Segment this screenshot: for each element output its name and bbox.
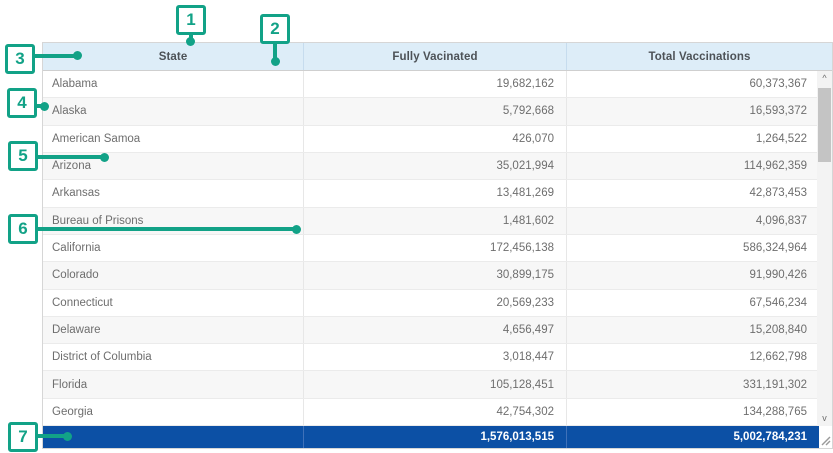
table-row[interactable]: Alabama 19,682,162 60,373,367 xyxy=(43,71,832,98)
total-vaccinations-cell: 60,373,367 xyxy=(566,71,819,97)
scroll-up-icon[interactable]: ^ xyxy=(817,71,832,85)
vertical-scrollbar[interactable]: ^ v xyxy=(817,71,832,426)
callout-2-dot xyxy=(271,57,280,66)
column-header-total-vaccinations[interactable]: Total Vaccinations xyxy=(566,43,832,70)
column-header-fully-vacinated[interactable]: Fully Vacinated xyxy=(303,43,566,70)
callout-5-line xyxy=(37,155,102,159)
callout-3: 3 xyxy=(5,44,35,74)
table-row[interactable]: Connecticut 20,569,233 67,546,234 xyxy=(43,290,832,317)
scrollbar-thumb[interactable] xyxy=(818,88,831,162)
callout-4-dot xyxy=(40,102,49,111)
callout-6-dot xyxy=(292,225,301,234)
total-vaccinations-cell: 114,962,359 xyxy=(566,153,819,179)
total-vaccinations-cell: 67,546,234 xyxy=(566,290,819,316)
screenshot-root: State Fully Vacinated Total Vaccinations… xyxy=(0,0,833,453)
fully-vacinated-cell: 172,456,138 xyxy=(303,235,566,261)
callout-1-dot xyxy=(186,37,195,46)
fully-vacinated-cell: 426,070 xyxy=(303,126,566,152)
state-cell: American Samoa xyxy=(43,126,303,152)
total-vaccinations-cell: 16,593,372 xyxy=(566,98,819,124)
fully-vacinated-cell: 1,481,602 xyxy=(303,208,566,234)
callout-6: 6 xyxy=(8,214,38,244)
total-vaccinations-cell: 42,873,453 xyxy=(566,180,819,206)
callout-5-dot xyxy=(100,153,109,162)
table-row[interactable]: Colorado 30,899,175 91,990,426 xyxy=(43,262,832,289)
table-row[interactable]: Arkansas 13,481,269 42,873,453 xyxy=(43,180,832,207)
fully-vacinated-cell: 4,656,497 xyxy=(303,317,566,343)
callout-2: 2 xyxy=(260,14,290,44)
fully-vacinated-cell: 3,018,447 xyxy=(303,344,566,370)
state-cell: Georgia xyxy=(43,399,303,425)
summary-state-cell xyxy=(43,426,303,448)
summary-fully-vacinated-total: 1,576,013,515 xyxy=(303,426,566,448)
table-row[interactable]: American Samoa 426,070 1,264,522 xyxy=(43,126,832,153)
callout-7-dot xyxy=(63,432,72,441)
table-header-row: State Fully Vacinated Total Vaccinations xyxy=(43,43,832,71)
fully-vacinated-cell: 30,899,175 xyxy=(303,262,566,288)
table-row[interactable]: California 172,456,138 586,324,964 xyxy=(43,235,832,262)
state-cell: California xyxy=(43,235,303,261)
table-row[interactable]: Alaska 5,792,668 16,593,372 xyxy=(43,98,832,125)
table-row[interactable]: Georgia 42,754,302 134,288,765 xyxy=(43,399,832,426)
table-row[interactable]: Delaware 4,656,497 15,208,840 xyxy=(43,317,832,344)
callout-6-line xyxy=(37,227,294,231)
scroll-down-icon[interactable]: v xyxy=(817,411,832,425)
callout-3-line xyxy=(34,54,76,58)
fully-vacinated-cell: 13,481,269 xyxy=(303,180,566,206)
state-cell: Colorado xyxy=(43,262,303,288)
fully-vacinated-cell: 105,128,451 xyxy=(303,371,566,397)
summary-total-vaccinations-total: 5,002,784,231 xyxy=(566,426,819,448)
callout-4: 4 xyxy=(7,88,37,118)
resize-grip-icon[interactable] xyxy=(819,434,831,446)
state-cell: Delaware xyxy=(43,317,303,343)
total-vaccinations-cell: 91,990,426 xyxy=(566,262,819,288)
callout-7: 7 xyxy=(8,422,38,452)
state-cell: Alaska xyxy=(43,98,303,124)
fully-vacinated-cell: 35,021,994 xyxy=(303,153,566,179)
total-vaccinations-cell: 12,662,798 xyxy=(566,344,819,370)
callout-1: 1 xyxy=(176,5,206,35)
table-row[interactable]: Florida 105,128,451 331,191,302 xyxy=(43,371,832,398)
summary-gutter xyxy=(819,426,832,448)
state-cell: Alabama xyxy=(43,71,303,97)
table-row[interactable]: Arizona 35,021,994 114,962,359 xyxy=(43,153,832,180)
state-cell: Florida xyxy=(43,371,303,397)
fully-vacinated-cell: 19,682,162 xyxy=(303,71,566,97)
vaccination-table: State Fully Vacinated Total Vaccinations… xyxy=(42,42,833,449)
column-header-state[interactable]: State xyxy=(43,43,303,70)
summary-row: 1,576,013,515 5,002,784,231 xyxy=(43,426,832,448)
callout-7-line xyxy=(37,434,65,438)
callout-3-dot xyxy=(73,51,82,60)
table-row[interactable]: District of Columbia 3,018,447 12,662,79… xyxy=(43,344,832,371)
fully-vacinated-cell: 5,792,668 xyxy=(303,98,566,124)
total-vaccinations-cell: 15,208,840 xyxy=(566,317,819,343)
fully-vacinated-cell: 20,569,233 xyxy=(303,290,566,316)
total-vaccinations-cell: 1,264,522 xyxy=(566,126,819,152)
total-vaccinations-cell: 134,288,765 xyxy=(566,399,819,425)
state-cell: District of Columbia xyxy=(43,344,303,370)
state-cell: Connecticut xyxy=(43,290,303,316)
total-vaccinations-cell: 331,191,302 xyxy=(566,371,819,397)
state-cell: Arkansas xyxy=(43,180,303,206)
total-vaccinations-cell: 4,096,837 xyxy=(566,208,819,234)
total-vaccinations-cell: 586,324,964 xyxy=(566,235,819,261)
table-body: Alabama 19,682,162 60,373,367 Alaska 5,7… xyxy=(43,71,832,426)
callout-5: 5 xyxy=(8,141,38,171)
fully-vacinated-cell: 42,754,302 xyxy=(303,399,566,425)
